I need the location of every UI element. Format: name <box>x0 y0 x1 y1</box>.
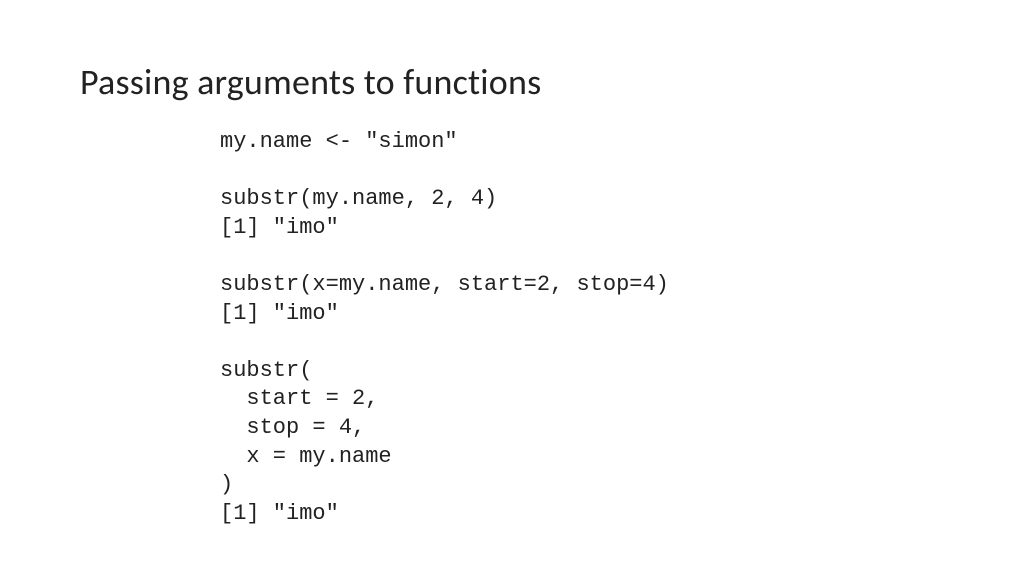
slide-title: Passing arguments to functions <box>80 60 944 104</box>
slide-content: Passing arguments to functions my.name <… <box>0 0 1024 568</box>
code-block: my.name <- "simon" substr(my.name, 2, 4)… <box>220 128 944 528</box>
